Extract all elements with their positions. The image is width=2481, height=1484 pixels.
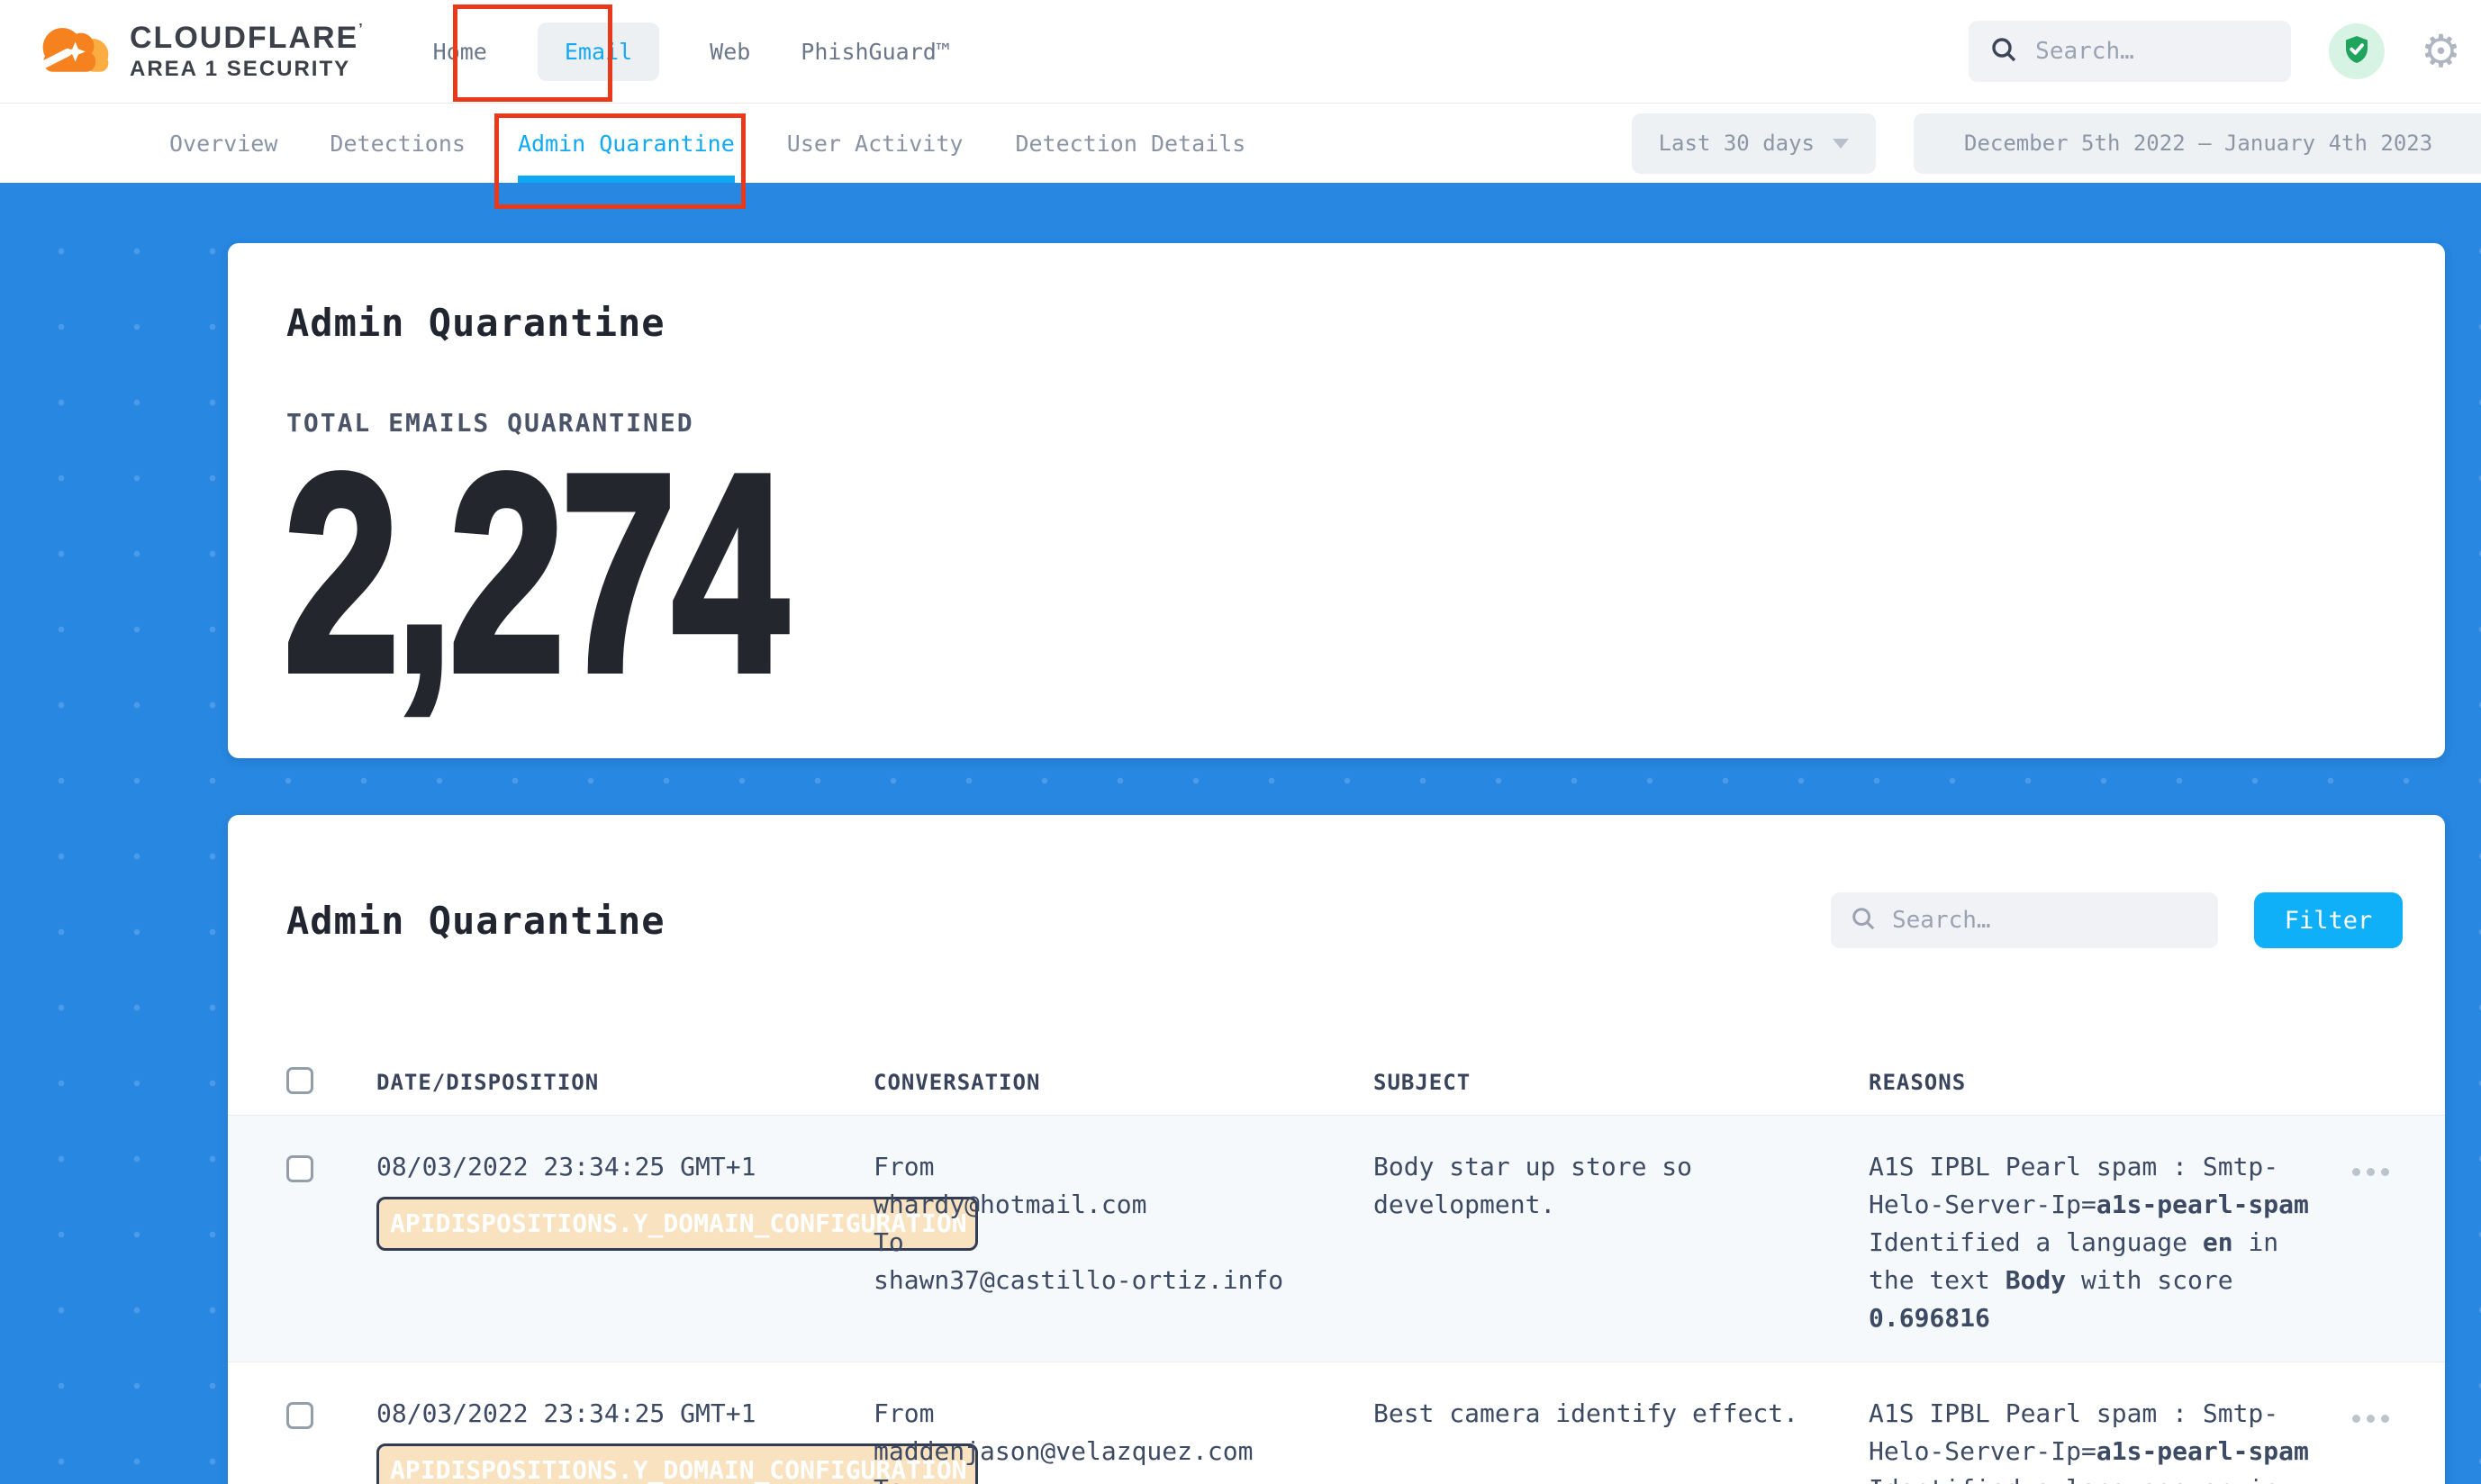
search-icon — [1990, 36, 2017, 67]
date-range-dropdown[interactable]: Last 30 days — [1632, 113, 1876, 174]
row-date: 08/03/2022 23:34:25 GMT+1 — [376, 1395, 874, 1433]
brand-name: CLOUDFLARE — [130, 21, 358, 55]
global-search-input[interactable] — [2033, 37, 2269, 66]
table-header-row: DATE/DISPOSITION CONVERSATION SUBJECT RE… — [228, 1050, 2445, 1115]
brand-subtitle: AREA 1 SECURITY — [130, 58, 363, 80]
tab-detection-details[interactable]: Detection Details — [1015, 104, 1245, 183]
top-bar-right: ⚙ — [1969, 21, 2461, 82]
total-quarantined-value: 2,274 — [284, 459, 1883, 690]
select-all-checkbox[interactable] — [286, 1067, 313, 1094]
row-menu-ellipsis[interactable] — [2346, 1163, 2389, 1180]
cloudflare-logo[interactable]: CLOUDFLARE’ AREA 1 SECURITY — [31, 21, 363, 82]
area1-dashboard: CLOUDFLARE’ AREA 1 SECURITY Home Email W… — [0, 0, 2481, 1484]
table-row[interactable]: 08/03/2022 23:34:25 GMT+1 APIDISPOSITION… — [228, 1362, 2445, 1484]
tab-overview[interactable]: Overview — [169, 104, 277, 183]
summary-card-title: Admin Quarantine — [286, 301, 2445, 345]
primary-nav: Home Email Web PhishGuard™ — [433, 23, 950, 81]
nav-item-phishguard[interactable]: PhishGuard™ — [801, 39, 950, 65]
email-tabs: Overview Detections Admin Quarantine Use… — [169, 104, 1245, 183]
page-background: Admin Quarantine TOTAL EMAILS QUARANTINE… — [0, 183, 2481, 1484]
tab-admin-quarantine[interactable]: Admin Quarantine — [518, 104, 735, 183]
column-header-subject: SUBJECT — [1373, 1070, 1869, 1095]
date-range-text: December 5th 2022 — January 4th 2023 — [1964, 131, 2432, 156]
date-filter-group: Last 30 days December 5th 2022 — January… — [1632, 113, 2481, 174]
column-header-date: DATE/DISPOSITION — [376, 1070, 874, 1095]
global-search[interactable] — [1969, 21, 2291, 82]
email-sub-nav: Overview Detections Admin Quarantine Use… — [0, 104, 2481, 183]
row-date: 08/03/2022 23:34:25 GMT+1 — [376, 1148, 874, 1186]
nav-item-home[interactable]: Home — [433, 39, 487, 65]
tab-user-activity[interactable]: User Activity — [787, 104, 964, 183]
row-menu-ellipsis[interactable] — [2346, 1409, 2389, 1426]
table-card-title: Admin Quarantine — [286, 899, 666, 943]
cloudflare-cloud-icon — [31, 21, 117, 82]
column-header-conversation: CONVERSATION — [874, 1070, 1373, 1095]
column-header-reasons: REASONS — [1869, 1070, 2319, 1095]
shield-check-icon — [2341, 33, 2373, 69]
table-search-input[interactable] — [1890, 906, 2198, 935]
date-range-value[interactable]: December 5th 2022 — January 4th 2023 — [1914, 113, 2481, 174]
row-checkbox[interactable] — [286, 1402, 313, 1429]
tab-detections[interactable]: Detections — [330, 104, 466, 183]
filter-button[interactable]: Filter — [2254, 892, 2403, 948]
table-body: 08/03/2022 23:34:25 GMT+1 APIDISPOSITION… — [228, 1115, 2445, 1484]
table-search[interactable] — [1831, 892, 2218, 948]
chevron-down-icon — [1833, 139, 1849, 149]
table-card-header: Admin Quarantine Filter — [228, 815, 2445, 974]
nav-item-web[interactable]: Web — [710, 39, 750, 65]
row-subject: Best camera identify effect. — [1373, 1395, 1869, 1433]
row-reasons: A1S IPBL Pearl spam : Smtp- Helo-Server-… — [1869, 1148, 2319, 1337]
quarantine-table-card: Admin Quarantine Filter DATE/DISPOSITION… — [228, 815, 2445, 1484]
quarantine-summary-card: Admin Quarantine TOTAL EMAILS QUARANTINE… — [228, 243, 2445, 758]
row-subject: Body star up store so development. — [1373, 1148, 1869, 1224]
top-bar: CLOUDFLARE’ AREA 1 SECURITY Home Email W… — [0, 0, 2481, 104]
row-conversation: From maddenjason@velazquez.com To bradle… — [874, 1395, 1373, 1484]
row-conversation: From whardy@hotmail.com To shawn37@casti… — [874, 1148, 1373, 1362]
protection-status-badge[interactable] — [2329, 23, 2385, 79]
row-reasons: A1S IPBL Pearl spam : Smtp- Helo-Server-… — [1869, 1395, 2319, 1484]
row-checkbox[interactable] — [286, 1155, 313, 1182]
table-row[interactable]: 08/03/2022 23:34:25 GMT+1 APIDISPOSITION… — [228, 1115, 2445, 1362]
settings-gear-icon[interactable]: ⚙ — [2421, 29, 2461, 74]
brand-trademark: ’ — [358, 22, 362, 37]
search-icon — [1851, 906, 1876, 935]
nav-item-email[interactable]: Email — [538, 23, 659, 81]
date-range-label: Last 30 days — [1659, 131, 1815, 156]
